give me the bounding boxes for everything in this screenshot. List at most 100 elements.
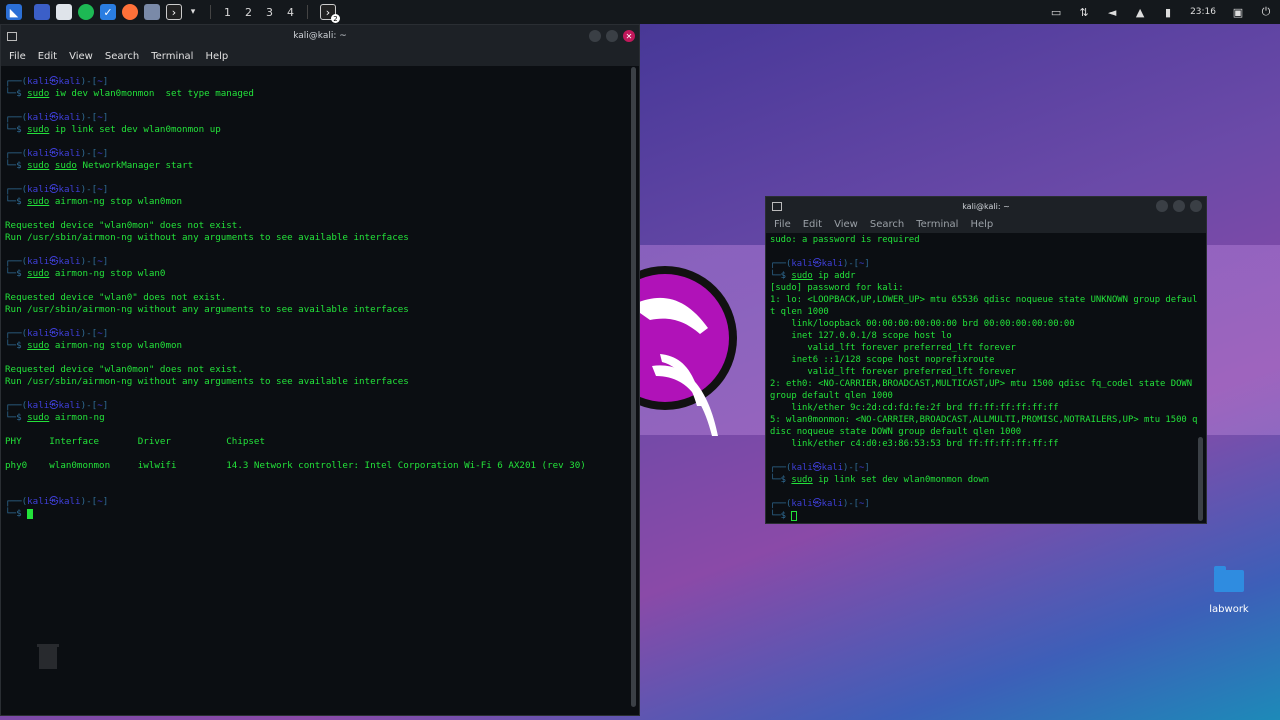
menu-file[interactable]: File xyxy=(774,219,791,230)
prompt-header: ┌──(kali㉿kali)-[~] xyxy=(770,498,1202,510)
output-line: t qlen 1000 xyxy=(770,307,829,317)
sudo-keyword: sudo xyxy=(27,88,50,99)
prompt-header: ┌──(kali㉿kali)-[~] xyxy=(5,76,635,88)
folder-label: labwork xyxy=(1209,604,1249,615)
output-line: valid_lft forever preferred_lft forever xyxy=(770,343,1016,353)
network-icon[interactable]: ⇅ xyxy=(1077,5,1091,19)
taskbar-separator xyxy=(210,5,211,19)
desktop-icon[interactable] xyxy=(34,4,50,20)
menu-terminal[interactable]: Terminal xyxy=(916,219,958,230)
text-cursor[interactable] xyxy=(791,510,798,521)
prompt-user: kali㉿kali xyxy=(27,256,81,267)
main-terminal-window[interactable]: kali@kali: ~ ✕ File Edit View Search Ter… xyxy=(0,24,640,716)
prompt-user: kali㉿kali xyxy=(27,496,81,507)
terminal-task-button[interactable]: › 2 xyxy=(320,4,340,23)
prompt-command-line: └─$ sudo airmon-ng stop wlan0mon xyxy=(5,196,635,208)
output-line: PHY Interface Driver Chipset xyxy=(5,436,265,447)
prompt-command-line: └─$ sudo airmon-ng stop wlan0 xyxy=(5,268,635,280)
second-terminal-window[interactable]: kali@kali: ~ File Edit View Search Termi… xyxy=(765,196,1207,524)
prompt-bracket: )-[ xyxy=(80,400,98,411)
menu-help[interactable]: Help xyxy=(970,219,993,230)
chevron-down-icon[interactable]: ▾ xyxy=(186,5,200,19)
menu-search[interactable]: Search xyxy=(105,51,139,62)
workspace-4[interactable]: 4 xyxy=(280,6,301,19)
main-terminal-output[interactable]: ┌──(kali㉿kali)-[~] └─$ sudo iw dev wlan0m… xyxy=(1,66,639,714)
menu-edit[interactable]: Edit xyxy=(38,51,57,62)
desktop-folder-labwork[interactable]: labwork xyxy=(1203,566,1255,615)
taskbar-separator xyxy=(307,5,308,19)
maximize-button[interactable] xyxy=(606,30,618,42)
prompt-user: kali㉿kali xyxy=(27,400,81,411)
prompt-user: kali㉿kali xyxy=(27,184,81,195)
terminal-icon[interactable]: › xyxy=(166,4,182,20)
menu-search[interactable]: Search xyxy=(870,219,904,230)
spotify-icon[interactable] xyxy=(78,4,94,20)
menu-edit[interactable]: Edit xyxy=(803,219,822,230)
clock[interactable]: 23:16 xyxy=(1190,7,1216,17)
workspace-2[interactable]: 2 xyxy=(238,6,259,19)
prompt-dollar: └─$ xyxy=(5,340,28,351)
output-line: Run /usr/sbin/airmon-ng without any argu… xyxy=(5,304,409,315)
power-icon[interactable]: ⏻ xyxy=(1259,5,1273,19)
prompt-dollar: └─$ xyxy=(5,508,28,519)
output-line: phy0 wlan0monmon iwlwifi 14.3 Network co… xyxy=(5,460,586,471)
sudo-keyword: sudo xyxy=(27,340,50,351)
system-tray: ▭ ⇅ ◄ ▲ ▮ 23:16 ▣ ⏻ xyxy=(1042,0,1280,24)
output-line: inet 127.0.0.1/8 scope host lo xyxy=(770,331,952,341)
close-button[interactable]: ✕ xyxy=(623,30,635,42)
command-text: iw dev wlan0monmon set type managed xyxy=(54,88,254,99)
second-terminal-scrollbar[interactable] xyxy=(1198,437,1203,521)
menu-view[interactable]: View xyxy=(834,219,858,230)
close-button[interactable] xyxy=(1190,200,1202,212)
lock-icon[interactable]: ▣ xyxy=(1231,5,1245,19)
menu-help[interactable]: Help xyxy=(205,51,228,62)
prompt-bracket: )-[ xyxy=(80,76,98,87)
main-terminal-scrollbar[interactable] xyxy=(631,67,636,707)
volume-icon[interactable]: ◄ xyxy=(1105,5,1119,19)
workspace-3[interactable]: 3 xyxy=(259,6,280,19)
prompt-bracket: )-[ xyxy=(80,496,98,507)
minimize-button[interactable] xyxy=(589,30,601,42)
workspace-1[interactable]: 1 xyxy=(217,6,238,19)
main-terminal-titlebar[interactable]: kali@kali: ~ ✕ xyxy=(1,25,639,47)
maximize-button[interactable] xyxy=(1173,200,1185,212)
screenshot-icon[interactable] xyxy=(144,4,160,20)
prompt-user: kali㉿kali xyxy=(27,328,81,339)
files-icon[interactable] xyxy=(56,4,72,20)
firefox-icon[interactable] xyxy=(122,4,138,20)
output-line: valid_lft forever preferred_lft forever xyxy=(770,367,1016,377)
prompt-bracket: ┌──( xyxy=(770,499,792,509)
prompt-command-line: └─$ xyxy=(770,510,1202,522)
second-terminal-titlebar[interactable]: kali@kali: ~ xyxy=(766,197,1206,215)
minimize-button[interactable] xyxy=(1156,200,1168,212)
menu-view[interactable]: View xyxy=(69,51,93,62)
output-line: Requested device "wlan0mon" does not exi… xyxy=(5,220,243,231)
sudo-keyword: sudo xyxy=(27,268,50,279)
prompt-bracket: ┌──( xyxy=(5,112,28,123)
prompt-bracket: ] xyxy=(102,496,109,507)
sudo-keyword: sudo xyxy=(791,475,813,485)
output-line: sudo: a password is required xyxy=(770,235,920,245)
text-cursor[interactable] xyxy=(27,508,34,519)
trash-icon[interactable] xyxy=(36,642,60,670)
prompt-bracket: ┌──( xyxy=(5,184,28,195)
camera-icon[interactable]: ▭ xyxy=(1049,5,1063,19)
prompt-bracket: ] xyxy=(102,112,109,123)
vscode-icon[interactable]: ✓ xyxy=(100,4,116,20)
menu-terminal[interactable]: Terminal xyxy=(151,51,193,62)
battery-icon[interactable]: ▮ xyxy=(1161,5,1175,19)
menu-file[interactable]: File xyxy=(9,51,26,62)
prompt-bracket: ] xyxy=(102,328,109,339)
kali-menu-icon[interactable]: ◣ xyxy=(6,4,22,20)
second-terminal-output[interactable]: sudo: a password is required ┌──(kali㉿kal… xyxy=(766,233,1206,523)
prompt-user: kali㉿kali xyxy=(791,463,843,473)
notification-bell-icon[interactable]: ▲ xyxy=(1133,5,1147,19)
prompt-dollar: └─$ xyxy=(5,124,28,135)
